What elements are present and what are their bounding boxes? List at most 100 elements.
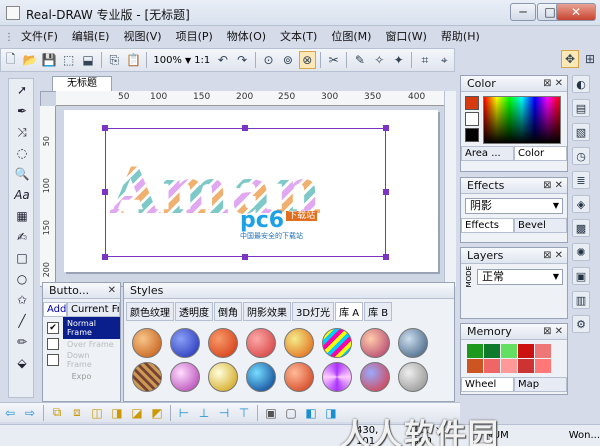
chevron-down-icon[interactable]: ▼: [185, 56, 191, 65]
resize-handle[interactable]: [383, 254, 389, 260]
menu-file[interactable]: 文件(F): [14, 28, 65, 46]
vertical-scrollbar[interactable]: [444, 91, 456, 287]
snap-icon[interactable]: ✥: [561, 50, 579, 68]
style-swatch[interactable]: [360, 328, 390, 358]
group-icon[interactable]: ⧉: [48, 404, 66, 422]
menu-view[interactable]: 视图(V): [116, 28, 168, 46]
export-button[interactable]: Expo: [43, 372, 120, 381]
magic-wand-2-icon[interactable]: ✦: [390, 51, 407, 69]
memory-swatch[interactable]: [467, 344, 483, 358]
menu-window[interactable]: 窗口(W): [378, 28, 433, 46]
style-swatch[interactable]: [322, 362, 352, 392]
memory-swatch[interactable]: [467, 359, 483, 373]
list-item[interactable]: Down Frame: [43, 351, 120, 369]
style-swatch[interactable]: [170, 362, 200, 392]
style-swatch[interactable]: [208, 328, 238, 358]
tab-add[interactable]: Add: [43, 302, 67, 317]
menu-bitmap[interactable]: 位图(M): [324, 28, 378, 46]
clock-icon[interactable]: ◷: [572, 147, 590, 165]
export-icon[interactable]: ⬚: [60, 51, 77, 69]
line-icon[interactable]: ╱: [11, 311, 33, 331]
checkbox[interactable]: [47, 354, 59, 366]
undo-icon[interactable]: ↶: [214, 51, 231, 69]
blend-mode-select[interactable]: 正常 ▼: [477, 268, 563, 285]
select-arrow-icon[interactable]: ➚: [11, 80, 33, 100]
fill-icon[interactable]: ⬙: [11, 353, 33, 373]
color-picker[interactable]: [461, 92, 567, 146]
style-swatch[interactable]: [284, 328, 314, 358]
style-swatch[interactable]: [246, 362, 276, 392]
shape-union-icon[interactable]: ⊙: [260, 51, 277, 69]
style-swatch[interactable]: [132, 328, 162, 358]
combine-icon[interactable]: ◫: [88, 404, 106, 422]
tab-library-a[interactable]: 库 A: [335, 302, 364, 321]
effects-icon[interactable]: ✺: [572, 243, 590, 261]
memory-swatch[interactable]: [484, 359, 500, 373]
tab-color[interactable]: Color: [514, 146, 567, 161]
rectangle-icon[interactable]: □: [11, 248, 33, 268]
minimize-button[interactable]: ─: [510, 3, 536, 21]
redo-icon[interactable]: ↷: [234, 51, 251, 69]
tab-bevel[interactable]: 倒角: [214, 302, 242, 321]
style-swatch[interactable]: [170, 328, 200, 358]
align-icon[interactable]: ◪: [128, 404, 146, 422]
document-tab[interactable]: 无标题: [52, 76, 112, 91]
close-button[interactable]: ✕: [556, 3, 596, 21]
tab-library-b[interactable]: 库 B: [364, 302, 393, 321]
save-icon[interactable]: 💾: [41, 51, 58, 69]
tab-bevel[interactable]: Bevel: [514, 218, 567, 233]
spectrum[interactable]: [483, 96, 561, 144]
checkbox[interactable]: ✔: [47, 322, 59, 334]
close-icon[interactable]: ⊠ ✕: [543, 178, 563, 194]
tab-shadow[interactable]: 阴影效果: [243, 302, 291, 321]
text-tool-icon[interactable]: Aa: [11, 185, 33, 205]
scissors-icon[interactable]: ✂: [325, 51, 342, 69]
magic-wand-icon[interactable]: ✧: [371, 51, 388, 69]
checkbox[interactable]: [47, 338, 59, 350]
eyedropper-icon[interactable]: ✎: [351, 51, 368, 69]
order-forward-icon[interactable]: ◧: [302, 404, 320, 422]
resize-handle[interactable]: [242, 125, 248, 131]
pattern-icon[interactable]: ▩: [572, 219, 590, 237]
close-icon[interactable]: ⊠ ✕: [543, 248, 563, 264]
star-icon[interactable]: ✩: [11, 290, 33, 310]
close-icon[interactable]: ✕: [108, 283, 116, 299]
memory-swatch[interactable]: [501, 359, 517, 373]
align-left-icon[interactable]: ⊢: [175, 404, 193, 422]
memory-swatch[interactable]: [535, 344, 551, 358]
settings-icon[interactable]: ⚙: [572, 315, 590, 333]
zoom-select[interactable]: 100%: [153, 55, 182, 66]
shape-intersect-icon[interactable]: ⊗: [298, 51, 316, 69]
resize-handle[interactable]: [242, 254, 248, 260]
order-back-icon[interactable]: ▢: [282, 404, 300, 422]
gradient-icon[interactable]: ▤: [572, 99, 590, 117]
tab-3d-light[interactable]: 3D灯光: [292, 302, 335, 321]
copy-icon[interactable]: ⎘: [106, 51, 123, 69]
zoom-icon[interactable]: 🔍: [11, 164, 33, 184]
fill-color-swatch[interactable]: [465, 96, 479, 110]
menu-text[interactable]: 文本(T): [273, 28, 324, 46]
arrow-left-icon[interactable]: ⇦: [1, 404, 19, 422]
resize-handle[interactable]: [102, 189, 108, 195]
texture-icon[interactable]: ▧: [572, 123, 590, 141]
tab-wheel[interactable]: Wheel: [461, 377, 514, 392]
tab-effects[interactable]: Effects: [461, 218, 514, 233]
memory-swatch[interactable]: [518, 359, 534, 373]
shape-subtract-icon[interactable]: ⊚: [279, 51, 296, 69]
style-swatch[interactable]: [284, 362, 314, 392]
align-center-icon[interactable]: ⊥: [195, 404, 213, 422]
order-front-icon[interactable]: ▣: [262, 404, 280, 422]
arrow-right-icon[interactable]: ⇨: [21, 404, 39, 422]
distribute-icon[interactable]: ◩: [148, 404, 166, 422]
style-swatch[interactable]: [322, 328, 352, 358]
close-icon[interactable]: ⊠ ✕: [543, 324, 563, 340]
stroke-color-swatch[interactable]: [465, 112, 479, 126]
style-swatch[interactable]: [132, 362, 162, 392]
background-color-swatch[interactable]: [465, 128, 479, 142]
memory-swatch[interactable]: [535, 359, 551, 373]
tab-current-frame[interactable]: Current Fra: [67, 302, 120, 317]
effects-select[interactable]: 阴影 ▼: [465, 198, 563, 214]
menu-edit[interactable]: 编辑(E): [65, 28, 117, 46]
tab-map[interactable]: Map: [514, 377, 567, 392]
close-icon[interactable]: ⊠ ✕: [543, 76, 563, 92]
